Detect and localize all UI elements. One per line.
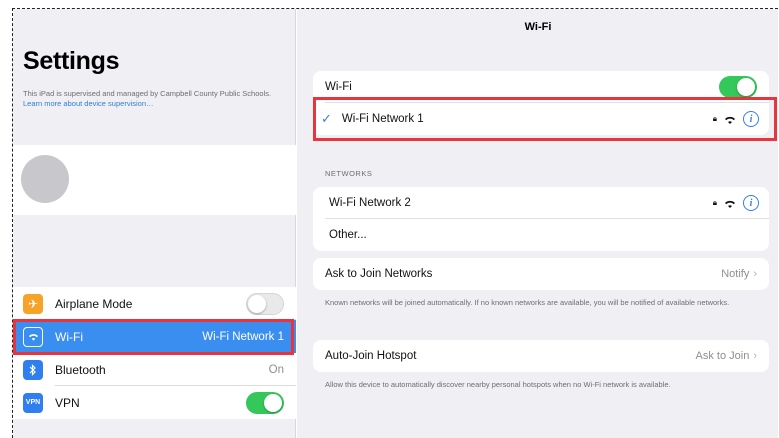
lock-icon: 🔒︎: [712, 114, 717, 123]
connected-network-row[interactable]: ✓ Wi-Fi Network 1 🔒︎ i: [313, 103, 769, 135]
wifi-icon: [23, 326, 43, 347]
auto-join-label: Auto-Join Hotspot: [325, 350, 417, 362]
chevron-right-icon: ›: [753, 350, 757, 362]
profile-card[interactable]: [13, 145, 296, 215]
networks-header: NETWORKS: [325, 169, 373, 178]
ask-to-join-value: Notify: [721, 268, 750, 280]
sidebar-item-value: On: [268, 363, 284, 376]
vpn-icon: VPN: [23, 392, 43, 413]
wifi-signal-icon: [725, 200, 735, 208]
wifi-toggle[interactable]: [719, 76, 757, 98]
info-icon[interactable]: i: [743, 195, 759, 211]
learn-more-link[interactable]: Learn more about device supervision…: [23, 99, 154, 108]
connected-network-name: Wi-Fi Network 1: [341, 113, 424, 125]
ask-to-join-group: Ask to Join Networks Notify ›: [313, 258, 769, 290]
detail-title: Wi-Fi: [524, 21, 552, 33]
networks-group: Wi-Fi Network 2 🔒︎ i Other...: [313, 187, 769, 251]
airplane-mode-toggle[interactable]: [246, 292, 284, 315]
network-status-icons: 🔒︎ i: [713, 111, 759, 127]
vpn-toggle[interactable]: [246, 391, 284, 414]
sidebar-item-airplane-mode[interactable]: ✈ Airplane Mode: [13, 287, 296, 320]
wifi-detail-pane: Wi-Fi Wi-Fi ✓ Wi-Fi Network 1 🔒︎ i NETWO…: [297, 9, 778, 438]
wifi-label: Wi-Fi: [325, 81, 352, 93]
sidebar-item-label: VPN: [55, 395, 80, 410]
sidebar-item-vpn[interactable]: VPN VPN: [13, 386, 296, 419]
settings-sidebar: Settings This iPad is supervised and man…: [13, 9, 296, 438]
ask-to-join-value-wrap: Notify ›: [721, 268, 757, 280]
settings-list: ✈ Airplane Mode Wi-Fi Wi-Fi Network 1 Bl…: [13, 287, 296, 419]
network-row[interactable]: Wi-Fi Network 2 🔒︎ i: [313, 187, 769, 219]
avatar: [21, 155, 69, 203]
page-title: Settings: [23, 47, 120, 75]
chevron-right-icon: ›: [753, 268, 757, 280]
auto-join-row[interactable]: Auto-Join Hotspot Ask to Join ›: [313, 340, 769, 372]
screen-frame: Settings This iPad is supervised and man…: [12, 8, 778, 438]
wifi-toggle-row: Wi-Fi: [313, 71, 769, 103]
supervision-text: This iPad is supervised and managed by C…: [23, 89, 272, 98]
auto-join-value-wrap: Ask to Join ›: [696, 350, 757, 362]
supervision-notice: This iPad is supervised and managed by C…: [23, 89, 273, 109]
wifi-group: Wi-Fi ✓ Wi-Fi Network 1 🔒︎ i: [313, 71, 769, 135]
sidebar-item-label: Wi-Fi: [55, 329, 83, 344]
network-name: Wi-Fi Network 2: [329, 197, 411, 209]
sidebar-item-label: Bluetooth: [55, 362, 106, 377]
ask-to-join-note: Known networks will be joined automatica…: [325, 298, 730, 307]
sidebar-item-label: Airplane Mode: [55, 296, 133, 311]
other-label: Other...: [329, 229, 367, 241]
airplane-icon: ✈: [23, 293, 43, 314]
ask-to-join-row[interactable]: Ask to Join Networks Notify ›: [313, 258, 769, 290]
ask-to-join-label: Ask to Join Networks: [325, 268, 433, 280]
network-status-icons: 🔒︎ i: [713, 195, 759, 211]
checkmark-icon: ✓: [321, 111, 332, 126]
sidebar-item-bluetooth[interactable]: Bluetooth On: [13, 353, 296, 386]
wifi-signal-icon: [725, 116, 735, 124]
auto-join-note: Allow this device to automatically disco…: [325, 380, 671, 389]
auto-join-group: Auto-Join Hotspot Ask to Join ›: [313, 340, 769, 372]
auto-join-value: Ask to Join: [695, 350, 750, 362]
info-icon[interactable]: i: [743, 111, 759, 127]
sidebar-item-wifi[interactable]: Wi-Fi Wi-Fi Network 1: [13, 320, 296, 353]
sidebar-item-value: Wi-Fi Network 1: [202, 330, 284, 343]
lock-icon: 🔒︎: [712, 198, 717, 207]
other-network-row[interactable]: Other...: [313, 219, 769, 251]
bluetooth-icon: [23, 359, 43, 380]
